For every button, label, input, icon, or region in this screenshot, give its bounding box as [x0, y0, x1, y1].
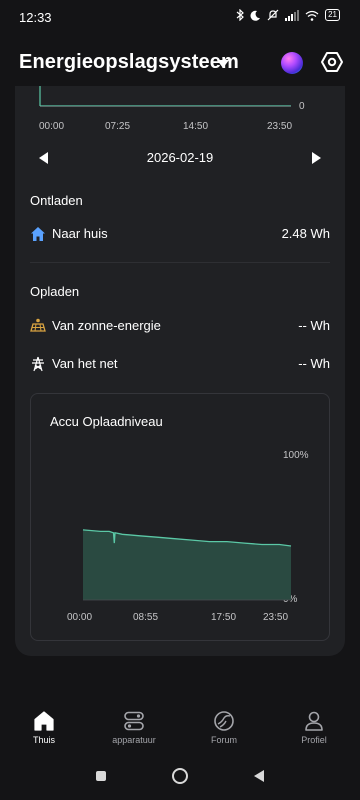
- tab-forum[interactable]: Forum: [184, 710, 264, 745]
- x-tick-label: 07:25: [105, 121, 131, 132]
- chevron-right-icon[interactable]: [312, 152, 321, 164]
- battery-level-card: Accu Oplaadniveau 100% 0% 00:00 08:55 17…: [30, 393, 330, 641]
- energy-chart-axes: [39, 86, 291, 107]
- item-value: -- Wh: [298, 356, 330, 371]
- x-tick-label: 23:50: [267, 121, 293, 132]
- tab-label: Thuis: [32, 735, 55, 745]
- back-icon[interactable]: [254, 770, 264, 782]
- item-label: Van zonne-energie: [52, 318, 161, 333]
- date-navigator: 2026-02-19: [15, 146, 345, 170]
- signal-icon: [285, 9, 300, 21]
- system-navigation: [0, 760, 360, 800]
- power-tower-icon: [32, 356, 44, 372]
- x-tick-label: 23:50: [263, 612, 289, 623]
- energy-chart: 0 00:00 07:25 14:50 23:50: [15, 86, 345, 142]
- divider: [30, 262, 330, 263]
- gear-icon[interactable]: [320, 50, 344, 74]
- tab-thuis[interactable]: Thuis: [4, 710, 84, 745]
- x-tick-label: 00:00: [67, 612, 93, 623]
- page-title[interactable]: Energieopslagsysteem: [19, 51, 239, 74]
- list-item-naar-huis: Naar huis 2.48 Wh: [30, 223, 330, 245]
- discharge-heading: Ontladen: [30, 193, 83, 208]
- charge-heading: Opladen: [30, 284, 80, 299]
- battery-level-chart: [82, 529, 292, 601]
- item-label: Naar huis: [52, 226, 108, 241]
- mute-icon: [267, 9, 279, 21]
- profile-icon: [305, 711, 323, 731]
- list-item-zonne-energie: Van zonne-energie -- Wh: [30, 315, 330, 337]
- house-icon: [31, 227, 45, 241]
- app-header: Energieopslagsysteem: [0, 42, 360, 86]
- recent-apps-icon[interactable]: [96, 771, 106, 781]
- status-icons: 21: [236, 9, 340, 21]
- status-time: 12:33: [19, 10, 52, 25]
- bluetooth-icon: [236, 9, 244, 21]
- home-circle-icon[interactable]: [172, 768, 188, 784]
- tab-label: apparatuur: [112, 735, 156, 745]
- tab-apparatuur[interactable]: apparatuur: [94, 710, 174, 745]
- item-value: 2.48 Wh: [281, 226, 330, 241]
- item-value: -- Wh: [298, 318, 330, 333]
- x-tick-label: 17:50: [211, 612, 237, 623]
- list-item-van-het-net: Van het net -- Wh: [30, 353, 330, 375]
- date-label[interactable]: 2026-02-19: [15, 150, 345, 165]
- devices-icon: [124, 711, 144, 731]
- assistant-orb-icon[interactable]: [281, 52, 303, 74]
- tab-label: Forum: [210, 735, 237, 745]
- home-icon: [34, 711, 54, 731]
- wifi-icon: [305, 10, 319, 21]
- moon-icon: [250, 10, 261, 21]
- x-tick-label: 00:00: [39, 121, 65, 132]
- energy-card: 0 00:00 07:25 14:50 23:50 2026-02-19 Ont…: [15, 86, 345, 656]
- forum-icon: [214, 711, 234, 731]
- status-bar: 12:33 21: [0, 0, 360, 36]
- battery-icon: 21: [325, 9, 340, 21]
- tab-label: Profiel: [301, 735, 327, 745]
- item-label: Van het net: [52, 356, 118, 371]
- solar-panel-icon: [30, 318, 46, 332]
- tab-profiel[interactable]: Profiel: [274, 710, 354, 745]
- caret-down-icon[interactable]: [217, 60, 229, 68]
- x-tick-label: 08:55: [133, 612, 159, 623]
- x-tick-label: 14:50: [183, 121, 209, 132]
- bottom-navigation: Thuis apparatuur Forum Profiel: [0, 700, 360, 760]
- y-tick-label: 0: [299, 101, 305, 112]
